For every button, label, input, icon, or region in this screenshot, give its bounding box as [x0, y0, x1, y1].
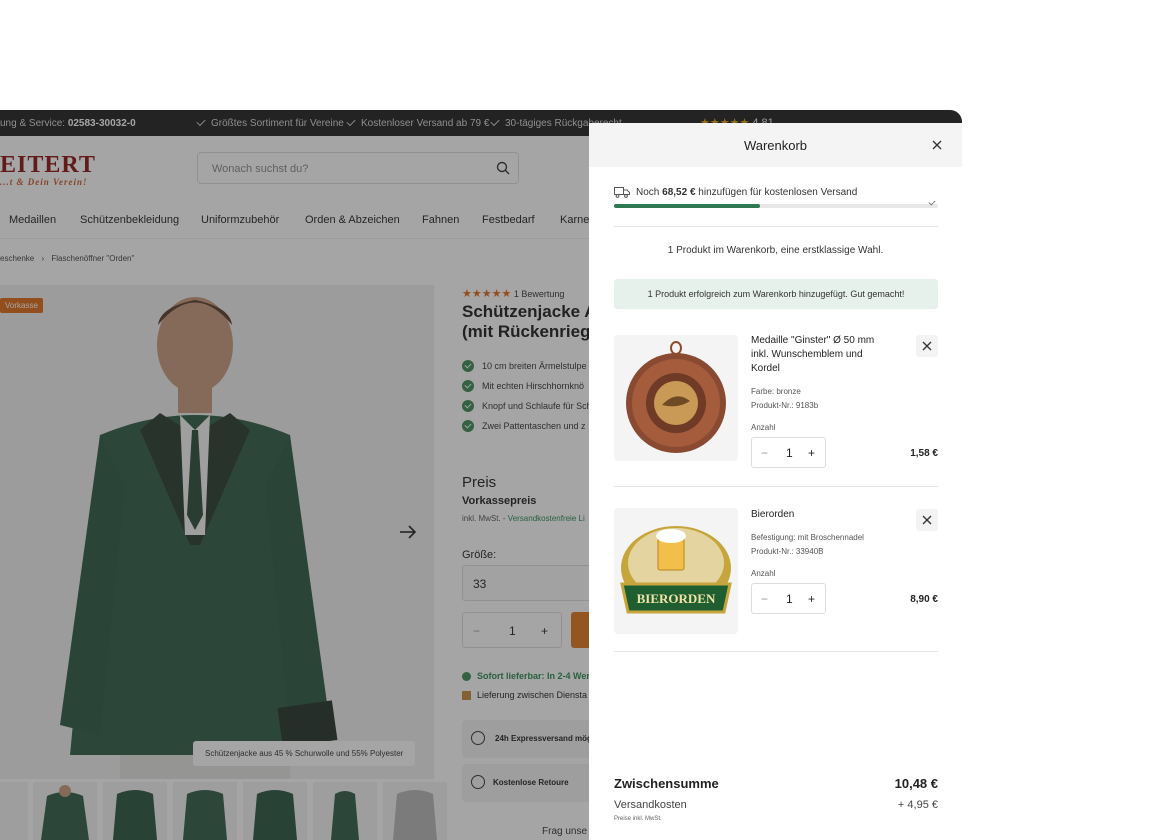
- close-icon[interactable]: [932, 140, 942, 150]
- bierorden-label: BIERORDEN: [637, 591, 716, 606]
- plus-icon[interactable]: +: [808, 446, 815, 460]
- check-icon: [928, 198, 936, 206]
- plus-icon[interactable]: +: [808, 592, 815, 606]
- shipping-cost-label: Versandkosten: [614, 799, 687, 811]
- medal-image: [626, 341, 726, 453]
- cart-item-price: 1,58 €: [910, 448, 938, 459]
- shipping-cost-value: + 4,95 €: [897, 799, 938, 811]
- divider: [614, 486, 938, 487]
- cart-item-image[interactable]: BIERORDEN: [614, 508, 738, 634]
- cart-count-text: 1 Produkt im Warenkorb, eine erstklassig…: [667, 245, 884, 256]
- vat-note: Preise inkl. MwSt.: [614, 816, 662, 822]
- subtotal-value: 10,48 €: [894, 776, 938, 791]
- close-icon: [922, 515, 932, 525]
- divider: [614, 226, 938, 227]
- quantity-stepper[interactable]: − 1 +: [751, 437, 826, 468]
- quantity-value[interactable]: 1: [786, 446, 793, 460]
- quantity-value[interactable]: 1: [786, 592, 793, 606]
- shipping-progress-fill: [614, 204, 760, 208]
- remove-item-button[interactable]: [916, 335, 938, 357]
- quantity-label: Anzahl: [751, 423, 776, 432]
- cart-item-fastening: Befestigung: mit Broschennadel: [751, 533, 864, 542]
- divider: [614, 651, 938, 652]
- minus-icon[interactable]: −: [761, 446, 768, 460]
- shipping-progress-bar: [614, 198, 938, 208]
- cart-item-price: 8,90 €: [910, 594, 938, 605]
- cart-drawer: Warenkorb Noch 68,52 € hinzufügen für ko…: [589, 123, 962, 840]
- quantity-label: Anzahl: [751, 569, 776, 578]
- minus-icon[interactable]: −: [761, 592, 768, 606]
- close-icon: [922, 341, 932, 351]
- subtotal-label: Zwischensumme: [614, 776, 719, 791]
- bierorden-image: BIERORDEN: [620, 526, 732, 614]
- free-shipping-hint: Noch 68,52 € hinzufügen für kostenlosen …: [614, 186, 857, 198]
- cart-item-name[interactable]: Bierorden: [751, 508, 891, 522]
- success-message: 1 Produkt erfolgreich zum Warenkorb hinz…: [614, 279, 938, 309]
- cart-item-sku: Produkt-Nr.: 9183b: [751, 401, 819, 410]
- cart-item-image[interactable]: [614, 335, 738, 461]
- truck-icon: [614, 187, 630, 198]
- cart-item-color: Farbe: bronze: [751, 387, 801, 396]
- remove-item-button[interactable]: [916, 509, 938, 531]
- quantity-stepper[interactable]: − 1 +: [751, 583, 826, 614]
- cart-title: Warenkorb: [743, 138, 808, 153]
- cart-item-name[interactable]: Medaille "Ginster" Ø 50 mm inkl. Wunsche…: [751, 334, 891, 376]
- cart-item-sku: Produkt-Nr.: 33940B: [751, 547, 824, 556]
